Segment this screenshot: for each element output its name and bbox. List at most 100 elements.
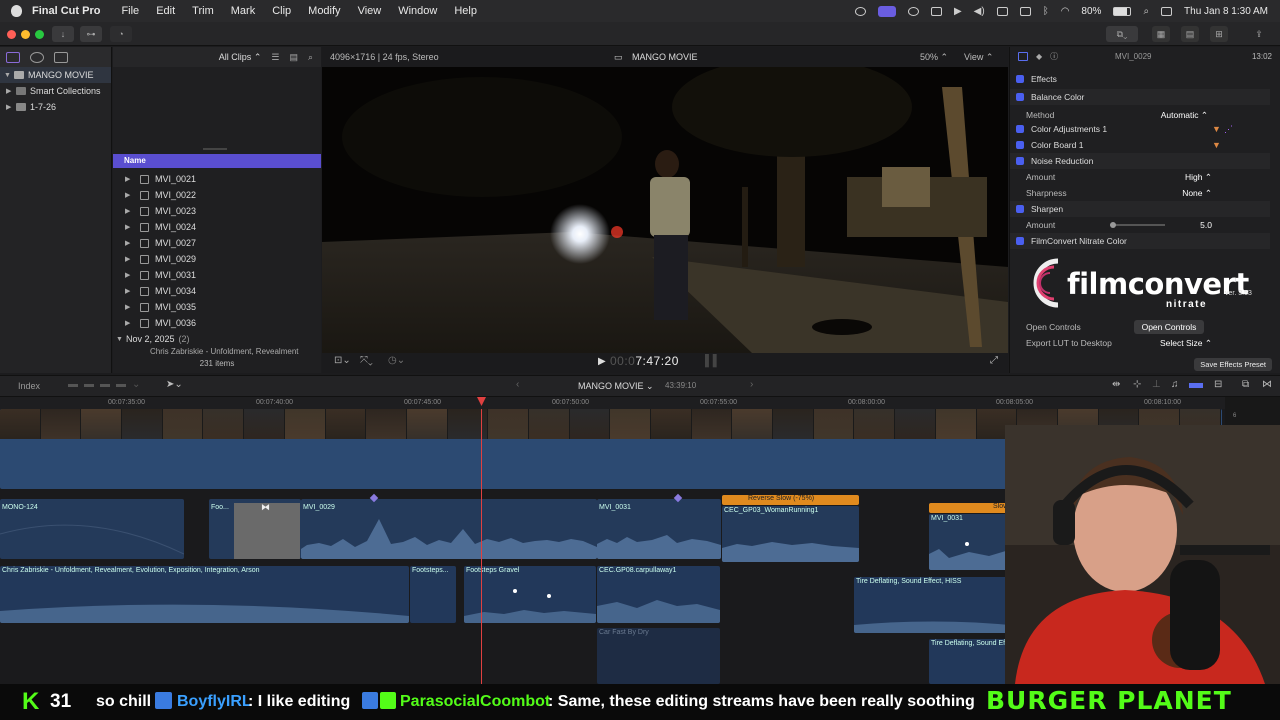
project-name-menu[interactable]: MANGO MOVIE ⌄ <box>578 381 654 392</box>
info-icon[interactable]: ⓘ <box>1050 51 1058 62</box>
timeline-clip-music[interactable]: Chris Zabriskie - Unfoldment, Revealment… <box>0 566 409 623</box>
library-item-mango-movie[interactable]: ▼ MANGO MOVIE <box>0 67 111 83</box>
list-item[interactable]: ▶ MVI_0024 <box>113 219 321 235</box>
solo-icon[interactable] <box>1189 383 1203 388</box>
magic-wand-icon[interactable]: ⋰ <box>1224 124 1233 135</box>
checkbox-icon[interactable] <box>1016 141 1024 149</box>
disclosure-icon[interactable]: ▶ <box>6 103 16 111</box>
display-icon[interactable] <box>930 6 942 16</box>
zoom-menu[interactable]: 50% ⌃ <box>920 52 948 63</box>
disclosure-icon[interactable]: ▶ <box>125 223 135 231</box>
index-button[interactable]: Index <box>18 381 40 391</box>
list-item[interactable]: ▶ MVI_0029 <box>113 251 321 267</box>
share-export-button[interactable]: ⇪ <box>1252 26 1266 42</box>
save-effects-preset-button[interactable]: Save Effects Preset <box>1194 358 1272 371</box>
effect-filmconvert[interactable]: FilmConvert Nitrate Color <box>1010 233 1270 249</box>
video-inspector-icon[interactable] <box>1018 51 1028 61</box>
disclosure-icon[interactable]: ▶ <box>125 239 135 247</box>
list-view-icon[interactable]: ☰ <box>271 52 279 63</box>
share-button[interactable]: ⧉⌄ <box>1106 26 1138 42</box>
sidebar-item-smart-collections[interactable]: ▶ Smart Collections <box>0 83 111 99</box>
view-menu[interactable]: View ⌃ <box>964 52 993 63</box>
date-group-row[interactable]: ▼ Nov 2, 2025 (2) <box>113 331 321 347</box>
slider-knob[interactable] <box>1110 222 1116 228</box>
checkbox-icon[interactable] <box>1016 157 1024 165</box>
playhead[interactable] <box>481 409 482 684</box>
disclosure-icon[interactable]: ▶ <box>125 175 135 183</box>
zoom-window-button[interactable] <box>35 30 44 39</box>
select-size-popup[interactable]: Select Size ⌃ <box>1160 338 1212 349</box>
snapping-icon[interactable]: ⊹ <box>1133 379 1141 390</box>
list-item[interactable]: ▶ MVI_0021 <box>113 171 321 187</box>
effect-noise-reduction[interactable]: Noise Reduction <box>1010 153 1270 169</box>
list-item[interactable]: ▶ MVI_0023 <box>113 203 321 219</box>
close-window-button[interactable] <box>7 30 16 39</box>
timeline-clip-foo[interactable]: Foo... ⧓ <box>209 499 301 559</box>
disclosure-icon[interactable]: ▼ <box>116 336 126 343</box>
speed-icon[interactable]: ◷⌄ <box>388 355 405 366</box>
transform-icon[interactable]: ⤧⌄ <box>360 355 373 366</box>
menu-modify[interactable]: Modify <box>308 5 340 17</box>
menu-mark[interactable]: Mark <box>231 5 255 17</box>
apple-icon[interactable] <box>11 5 22 17</box>
menu-help[interactable]: Help <box>454 5 477 17</box>
effect-color-board[interactable]: Color Board 1 ▼ <box>1010 137 1270 153</box>
timeline-clip-carpullaway[interactable]: CEC.GP08.carpullaway1 <box>597 566 720 623</box>
battery-icon[interactable] <box>1113 6 1132 16</box>
audio-skimming-icon[interactable]: ♫ <box>1171 379 1179 390</box>
libraries-tab-icon[interactable] <box>6 51 20 63</box>
skimming-icon[interactable]: ⊥ <box>1152 379 1161 390</box>
amount-slider[interactable] <box>1110 224 1165 226</box>
checkbox-icon[interactable] <box>1016 75 1024 83</box>
list-item[interactable]: ▶ MVI_0036 <box>113 315 321 331</box>
disclosure-icon[interactable]: ▼ <box>4 72 14 79</box>
crop-icon[interactable]: ⊡⌄ <box>334 355 351 366</box>
list-item[interactable]: ▶ MVI_0035 <box>113 299 321 315</box>
forward-arrow-icon[interactable]: › <box>750 379 753 390</box>
clock[interactable]: Thu Jan 8 1:30 AM <box>1184 6 1268 17</box>
amount-popup[interactable]: High ⌃ <box>1185 172 1212 183</box>
list-item[interactable]: ▶ MVI_0031 <box>113 267 321 283</box>
menu-clip[interactable]: Clip <box>272 5 291 17</box>
disclosure-icon[interactable]: ▶ <box>125 255 135 263</box>
playhead-handle[interactable] <box>477 397 486 406</box>
layout-timeline-button[interactable]: ▤ <box>1181 26 1199 42</box>
play-button[interactable]: ▶ <box>598 356 606 367</box>
open-controls-button[interactable]: Open Controls <box>1134 320 1204 334</box>
wifi-icon[interactable]: ◠ <box>1061 6 1070 17</box>
keyboard-icon[interactable] <box>996 6 1008 16</box>
timeline-clip-footsteps[interactable]: Footsteps... <box>410 566 456 623</box>
timeline-clip-mvi0031[interactable]: MVI_0031 <box>597 499 721 559</box>
effect-color-adjustments[interactable]: Color Adjustments 1 ▼ ⋰ <box>1010 121 1270 137</box>
edit-buttons-icon[interactable]: ▬▬▬▬⌄ <box>68 379 146 390</box>
mirroring-icon[interactable] <box>1019 6 1031 16</box>
disclosure-icon[interactable]: ▶ <box>125 271 135 279</box>
checkbox-icon[interactable] <box>1016 237 1024 245</box>
control-icon[interactable] <box>854 6 866 16</box>
clip-appearance-icon[interactable]: ⊟ <box>1214 379 1222 390</box>
menu-view[interactable]: View <box>358 5 382 17</box>
focus-icon[interactable] <box>907 6 919 16</box>
disclosure-icon[interactable]: ▶ <box>125 191 135 199</box>
disclosure-icon[interactable]: ▶ <box>125 287 135 295</box>
clip-appearance-icon[interactable]: ▤ <box>289 52 298 63</box>
method-popup[interactable]: Automatic ⌃ <box>1161 110 1208 121</box>
timeline-clip-tire-1[interactable]: Tire Deflating, Sound Effect, HISS <box>854 577 1029 633</box>
divider-handle[interactable] <box>203 148 227 150</box>
sharpness-popup[interactable]: None ⌃ <box>1182 188 1212 199</box>
timeline-clip-mvi0029[interactable]: MVI_0029 <box>301 499 597 559</box>
column-header-name[interactable]: Name <box>113 154 321 168</box>
effects-browser-icon[interactable]: ⧉ <box>1242 379 1249 390</box>
app-menu[interactable]: Final Cut Pro <box>32 5 100 17</box>
layout-inspector-button[interactable]: ⊞ <box>1210 26 1228 42</box>
timeline-ruler[interactable]: 00:07:35:00 00:07:40:00 00:07:45:00 00:07:5… <box>0 397 1225 409</box>
menu-window[interactable]: Window <box>398 5 437 17</box>
bluetooth-icon[interactable]: ᛒ <box>1043 6 1049 17</box>
control-center-icon[interactable] <box>1161 6 1173 16</box>
amount-value[interactable]: 5.0 <box>1200 220 1212 230</box>
color-wheel-icon[interactable]: ▼ <box>1212 124 1221 134</box>
search-icon[interactable]: ⌕ <box>308 52 313 63</box>
timeline-clip-woman-running[interactable]: CEC_GP03_WomanRunning1 <box>722 506 859 562</box>
menu-file[interactable]: File <box>121 5 139 17</box>
layout-browser-button[interactable]: ▦ <box>1152 26 1170 42</box>
